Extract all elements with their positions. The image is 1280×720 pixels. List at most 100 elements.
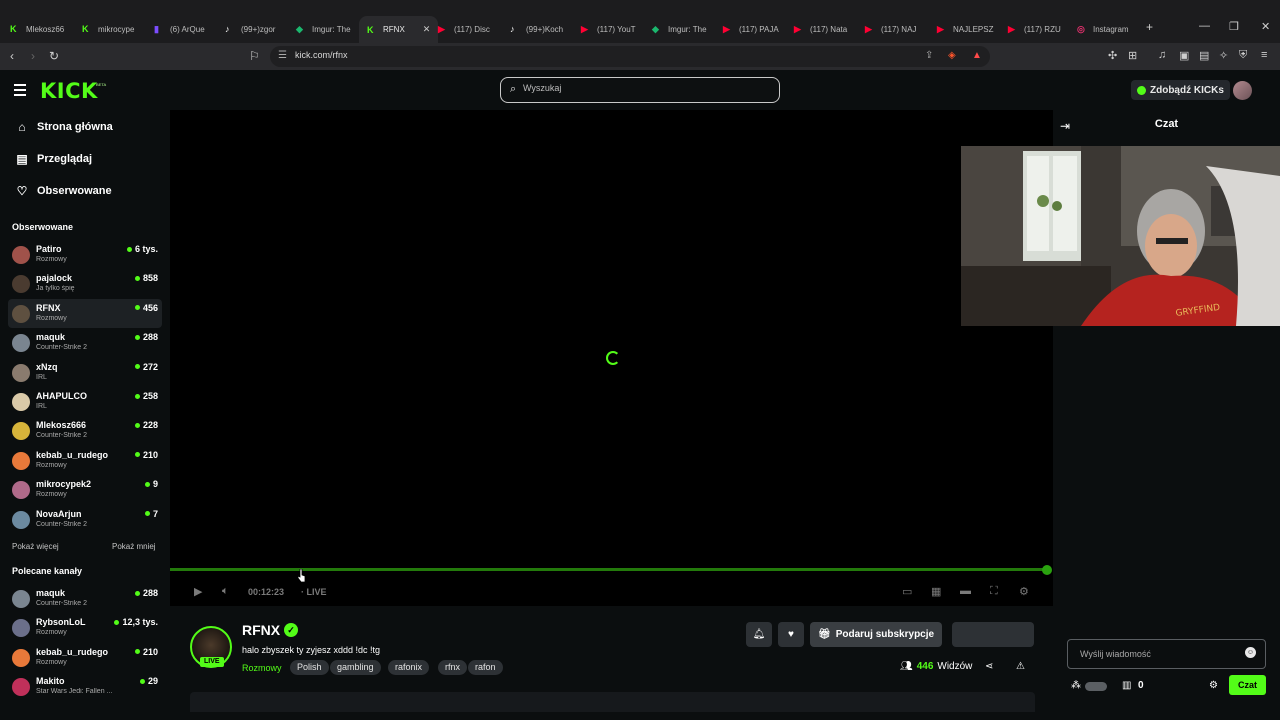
viewers-label: Widzów xyxy=(937,661,973,672)
sidebar-channel-item[interactable]: Mlekosz666 Counter-Strike 2 228 xyxy=(8,416,162,445)
new-tab-button[interactable]: + xyxy=(1146,20,1153,34)
browser-tab[interactable]: ▶ (117) PAJA xyxy=(723,18,779,40)
follow-button[interactable] xyxy=(952,622,1034,647)
sidebar-channel-item[interactable]: RFNX Rozmowy 456 xyxy=(8,298,162,328)
browser-tab[interactable]: ▶ (117) NAJ xyxy=(865,18,916,40)
wallet-icon[interactable]: ▤ xyxy=(1199,49,1209,62)
clip-icon[interactable]: ▦ xyxy=(931,585,941,598)
sidebar-channel-item[interactable]: kebab_u_rudego Rozmowy 210 xyxy=(8,643,162,672)
favorite-button[interactable]: ♥ xyxy=(778,622,804,647)
translate-icon[interactable]: ⊞ xyxy=(1128,49,1137,62)
browser-tab[interactable]: ▶ (117) Nata xyxy=(794,18,847,40)
browser-tab[interactable]: ▶ (117) RZU xyxy=(1008,18,1061,40)
tab-label: (117) Nata xyxy=(810,24,848,34)
nav-home[interactable]: ⌂ Strona główna xyxy=(16,120,112,134)
forward-icon[interactable]: › xyxy=(31,49,35,63)
extensions-icon[interactable]: ✣ xyxy=(1108,49,1117,62)
search-input[interactable] xyxy=(523,83,763,93)
browser-tab[interactable]: ▶ (117) Disc xyxy=(438,18,490,40)
webcam-overlay: GRYFFIND xyxy=(961,146,1280,326)
window-close-icon[interactable]: ✕ xyxy=(1261,20,1270,33)
bookmark-icon[interactable]: ⚐ xyxy=(249,49,260,63)
stream-tag[interactable]: Polish xyxy=(290,660,329,675)
sidebar-channel-item[interactable]: AHAPULCO IRL 258 xyxy=(8,387,162,416)
browser-tab[interactable]: K Mlekosz66 xyxy=(10,18,64,40)
vpn-icon[interactable]: ⛨ xyxy=(1239,49,1247,62)
sidebar-channel-item[interactable]: maquk Counter-Strike 2 288 xyxy=(8,584,162,613)
sidebar-channel-item[interactable]: maquk Counter-Strike 2 288 xyxy=(8,328,162,357)
address-bar[interactable]: ☰ kick.com/rfnx ⇪ ◈ ▲ xyxy=(270,46,990,67)
report-icon[interactable]: ⚠ xyxy=(1016,661,1025,672)
rewards-icon[interactable]: ▲ xyxy=(972,50,982,61)
theater-mode-icon[interactable]: ▬ xyxy=(960,585,971,597)
miniplayer-icon[interactable]: ▭ xyxy=(902,585,912,598)
back-icon[interactable]: ‹ xyxy=(10,49,14,63)
hamburger-menu-icon[interactable] xyxy=(14,84,28,96)
stream-category-link[interactable]: Rozmowy xyxy=(242,663,282,673)
chat-settings-icon[interactable]: ⚙ xyxy=(1209,680,1218,691)
kicks-icon[interactable]: ⁂ xyxy=(1071,680,1081,691)
get-kicks-button[interactable]: Zdobądź KICKs xyxy=(1131,80,1230,100)
video-player[interactable]: ▶ 🔈︎ 00:12:23 · LIVE ▭ ▦ ▬ ⛶ ⚙ xyxy=(170,110,1053,606)
stream-tag[interactable]: gambling xyxy=(330,660,381,675)
browser-tab[interactable]: ◆ Imgur: The xyxy=(652,18,707,40)
stream-tag[interactable]: rfnx xyxy=(438,660,468,675)
show-more-link[interactable]: Pokaż więcej xyxy=(12,542,59,551)
minimize-icon[interactable]: — xyxy=(1199,20,1210,32)
channel-category: Ja tylko śpię xyxy=(36,285,75,293)
fullscreen-icon[interactable]: ⛶ xyxy=(990,585,998,598)
browser-tab[interactable]: ◎ Instagram xyxy=(1077,18,1129,40)
sidebar-toggle-icon[interactable]: ▣ xyxy=(1179,49,1189,62)
search-box[interactable]: ⌕ xyxy=(500,77,780,103)
browser-tab[interactable]: ▶ (117) YouT xyxy=(581,18,636,40)
sidebar-channel-item[interactable]: Patiro Rozmowy 6 tys. xyxy=(8,240,162,269)
maximize-icon[interactable]: ❐ xyxy=(1229,20,1239,33)
live-dot-icon xyxy=(134,334,140,340)
menu-icon[interactable]: ≡ xyxy=(1261,49,1267,61)
browser-tab[interactable]: Kmikrocype xyxy=(82,18,134,40)
stream-tag[interactable]: rafon xyxy=(468,660,503,675)
sidebar-channel-item[interactable]: NovaArjun Counter-Strike 2 7 xyxy=(8,505,162,534)
notification-bell-button[interactable]: 🔔︎ xyxy=(746,622,772,647)
share-icon[interactable]: ⋖ xyxy=(985,661,993,672)
site-info-icon[interactable]: ☰ xyxy=(278,50,287,61)
streamer-name[interactable]: RFNX xyxy=(242,622,280,638)
chat-message-input[interactable] xyxy=(1067,639,1266,669)
shields-icon[interactable]: ◈ xyxy=(948,50,956,61)
live-indicator[interactable]: · LIVE xyxy=(301,587,327,597)
volume-icon[interactable]: 🔈︎ xyxy=(222,585,229,598)
recommended-section-title: Polecane kanały xyxy=(12,566,83,576)
gift-subscription-button[interactable]: 🎁︎ Podaruj subskrypcje xyxy=(810,622,943,647)
show-less-link[interactable]: Pokaż mniej xyxy=(112,542,156,551)
nav-browse[interactable]: ▤ Przeglądaj xyxy=(16,152,92,166)
play-icon[interactable]: ▶ xyxy=(194,585,202,598)
settings-gear-icon[interactable]: ⚙ xyxy=(1019,585,1029,598)
share-icon[interactable]: ⇪ xyxy=(925,50,933,61)
sidebar-channel-item[interactable]: RybsonLoL Rozmowy 12,3 tys. xyxy=(8,613,162,642)
emoji-icon[interactable]: ☺ xyxy=(1245,647,1256,658)
kicks-toggle[interactable] xyxy=(1085,682,1107,691)
browser-tab[interactable]: ♪ (99+)zgor xyxy=(225,18,275,40)
sidebar-channel-item[interactable]: Makito Star Wars Jedi: Fallen ... 29 xyxy=(8,672,162,701)
user-avatar[interactable] xyxy=(1233,81,1252,100)
heart-icon: ♥ xyxy=(788,629,794,640)
media-icon[interactable]: ♫ xyxy=(1158,49,1166,61)
kick-logo[interactable]: KICK xyxy=(40,79,98,103)
tab-close-icon[interactable]: ✕ xyxy=(423,24,431,35)
browser-tab[interactable]: K RFNX ✕ xyxy=(359,16,439,43)
sidebar-channel-item[interactable]: mikrocypek2 Rozmowy 9 xyxy=(8,475,162,504)
sidebar-channel-item[interactable]: kebab_u_rudego Rozmowy 210 xyxy=(8,446,162,475)
nav-following[interactable]: ♡ Obserwowane xyxy=(16,184,112,198)
leo-icon[interactable]: ✧ xyxy=(1219,49,1228,62)
browser-tab[interactable]: ◆ Imgur: The xyxy=(296,18,351,40)
gift-box-icon[interactable]: ▥ xyxy=(1122,680,1131,691)
browser-tab[interactable]: ♪ (99+)Koch xyxy=(510,18,563,40)
browser-tab[interactable]: ▶ NAJLEPSZ xyxy=(937,18,993,40)
progress-knob[interactable] xyxy=(1042,565,1052,575)
reload-icon[interactable]: ↻ xyxy=(49,49,59,63)
browser-tab[interactable]: ▮ (6) ArQue xyxy=(154,18,205,40)
chat-send-button[interactable]: Czat xyxy=(1229,675,1266,695)
sidebar-channel-item[interactable]: pajalock Ja tylko śpię 858 xyxy=(8,269,162,298)
stream-tag[interactable]: rafonix xyxy=(388,660,430,675)
sidebar-channel-item[interactable]: xNzq IRL 272 xyxy=(8,358,162,387)
